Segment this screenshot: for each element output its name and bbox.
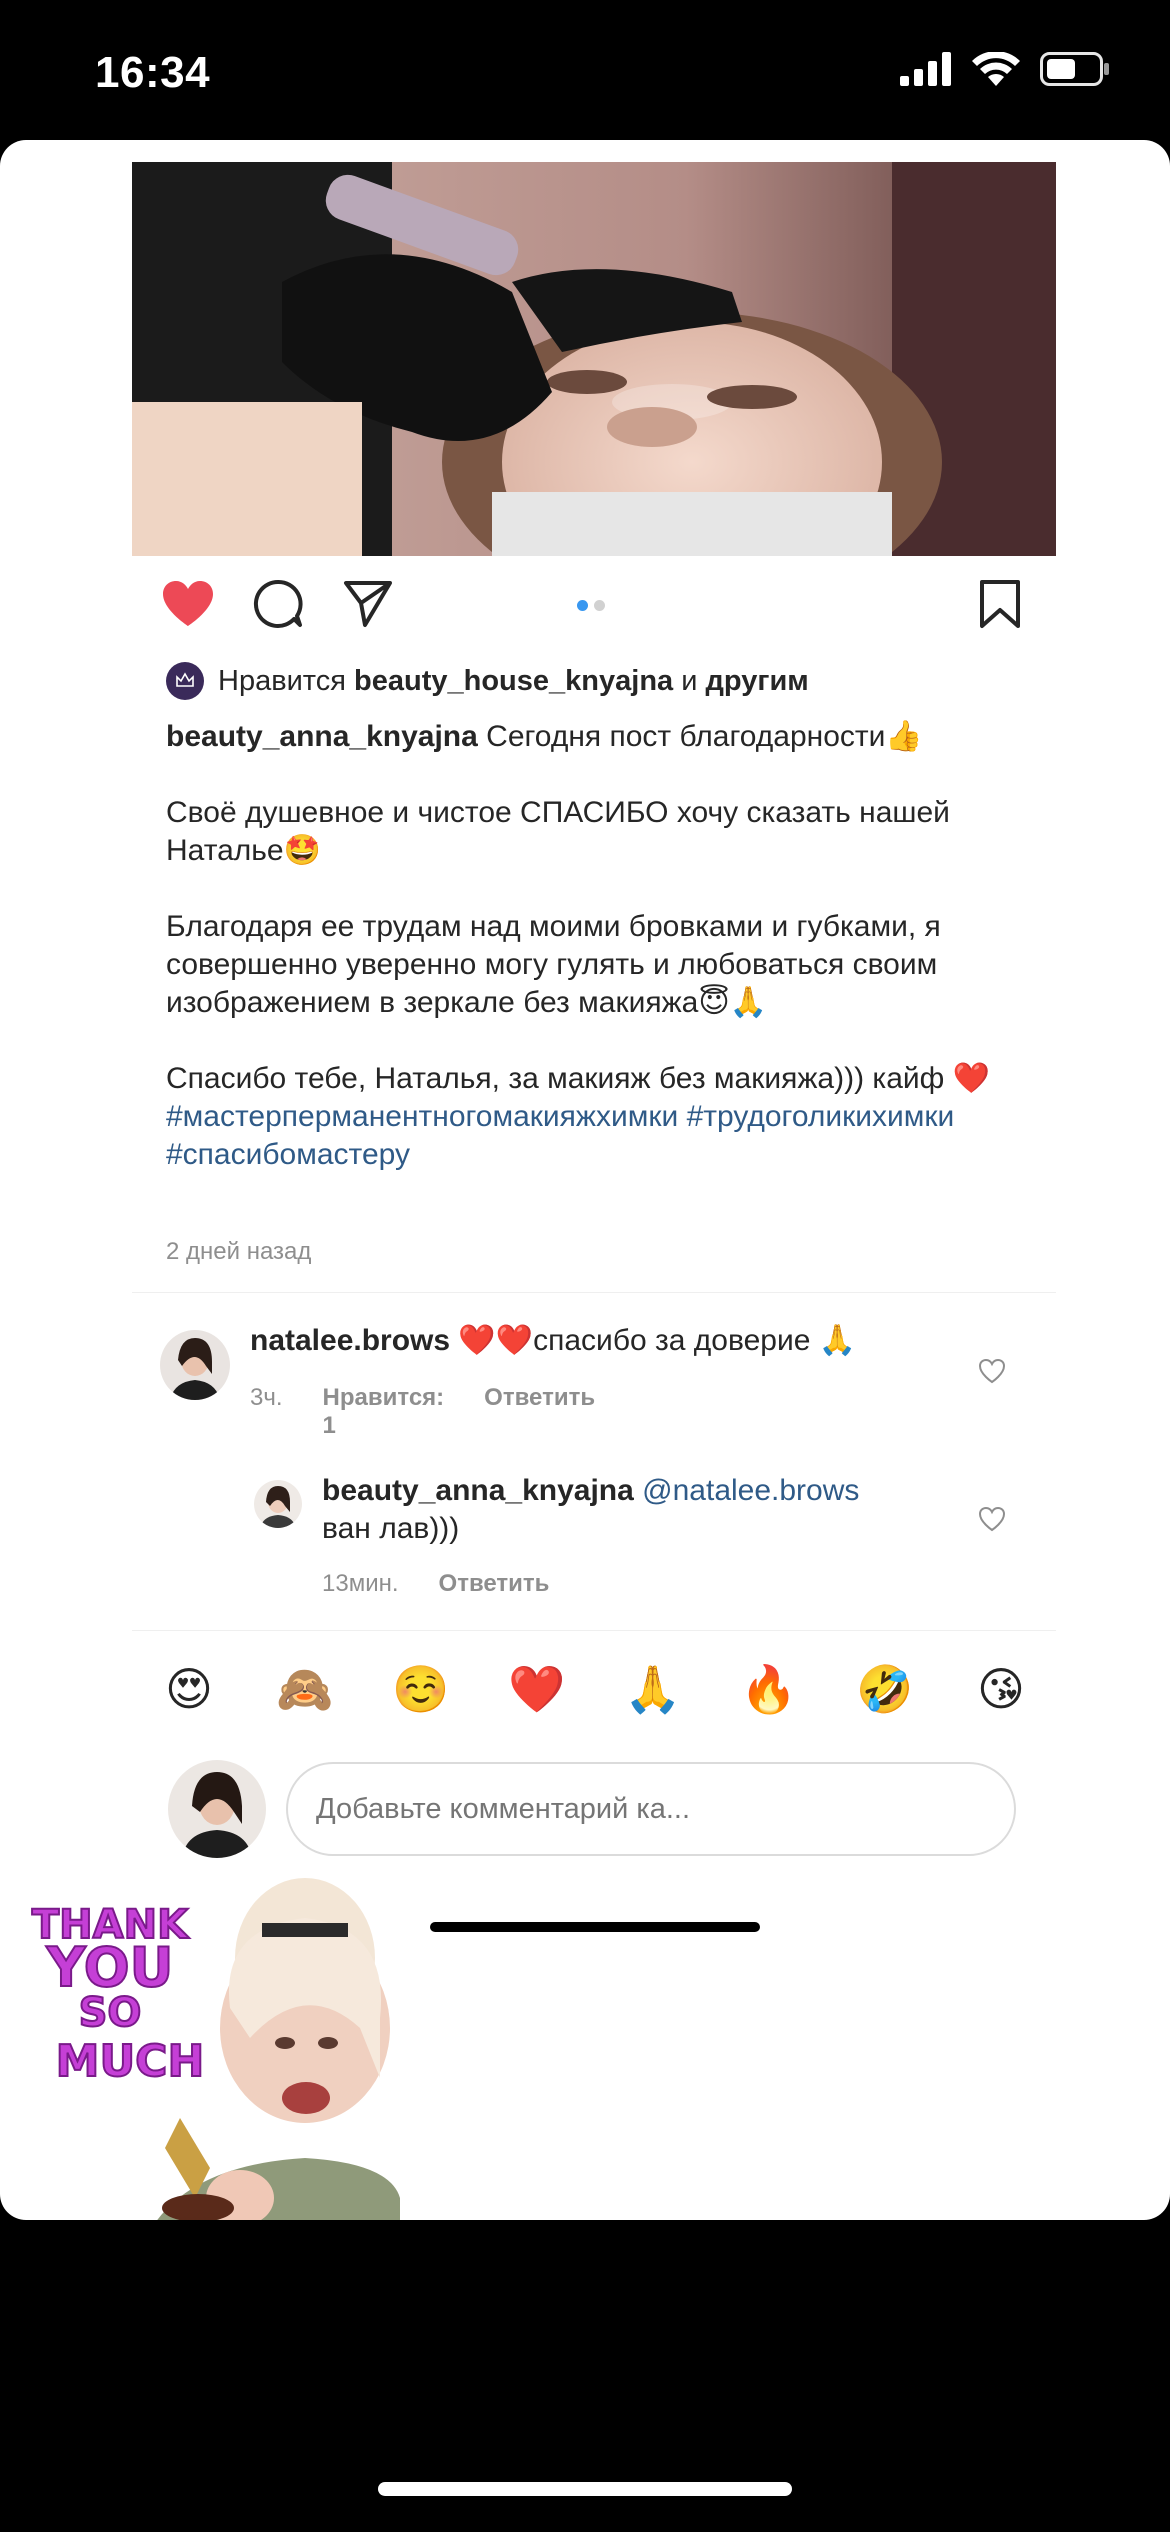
heart-outline-icon [978, 1506, 1006, 1532]
heart-filled-icon [163, 581, 213, 626]
post-action-bar [132, 570, 1056, 650]
comment-button[interactable] [248, 574, 308, 634]
sticker-text-much: MUCH [56, 2036, 205, 2087]
comment-avatar[interactable] [160, 1330, 230, 1400]
divider [132, 1630, 1056, 1631]
comment-meta: 3ч. Нравится: 1 Ответить [250, 1384, 595, 1440]
current-user-avatar [168, 1760, 266, 1858]
crown-logo-icon [176, 672, 194, 687]
likes-prefix: Нравится [218, 664, 346, 697]
likes-user[interactable]: beauty_house_knyajna [354, 665, 673, 698]
carousel-dot-active [577, 600, 588, 611]
comment-time: 3ч. [250, 1384, 283, 1411]
comment-time: 13мин. [322, 1570, 399, 1597]
comment-likes-count[interactable]: Нравится: 1 [323, 1384, 445, 1440]
emoji-pray-button[interactable]: 🙏 [624, 1660, 682, 1718]
emoji-quick-bar: 😍 🙈 ☺️ ❤️ 🙏 🔥 🤣 😘 [160, 1660, 1030, 1718]
carousel-dot [594, 600, 605, 611]
emoji-rofl-button[interactable]: 🤣 [856, 1660, 914, 1718]
home-indicator[interactable] [378, 2482, 792, 2496]
comment-text-2: beauty_anna_knyajna @natalee.brows ван л… [322, 1472, 942, 1548]
comment-like-button[interactable] [978, 1506, 1006, 1537]
bookmark-icon [980, 580, 1020, 628]
avatar-photo [160, 1330, 230, 1400]
post-photo[interactable] [132, 162, 1056, 556]
signal-icon [900, 52, 951, 86]
save-button[interactable] [970, 574, 1030, 634]
comment-body: ван лав))) [322, 1512, 460, 1545]
status-icons [900, 52, 1110, 86]
emoji-fire-button[interactable]: 🔥 [740, 1660, 798, 1718]
carousel-dots [577, 600, 605, 611]
thank-you-sticker-graphic: THANK YOU SO MUCH [31, 1878, 400, 2220]
comment-reply-button[interactable]: Ответить [439, 1570, 550, 1598]
add-comment-input[interactable] [286, 1762, 1016, 1856]
like-button[interactable] [158, 574, 218, 634]
heart-outline-icon [978, 1358, 1006, 1384]
likes-summary[interactable]: Нравится beauty_house_knyajna и другим [166, 662, 809, 700]
avatar-photo [168, 1760, 266, 1858]
liker-avatar [166, 662, 204, 700]
post-timestamp: 2 дней назад [166, 1238, 312, 1265]
comment-avatar[interactable] [254, 1480, 302, 1528]
status-time: 16:34 [95, 48, 211, 97]
post-screenshot-card: Нравится beauty_house_knyajna и другим b… [0, 140, 1170, 2220]
post-image-illustration [132, 162, 1056, 556]
battery-icon [1040, 52, 1109, 86]
status-bar: 16:34 [0, 0, 1170, 140]
emoji-monkey-button[interactable]: 🙈 [276, 1660, 334, 1718]
wifi-icon [972, 52, 1020, 86]
avatar-photo [254, 1480, 302, 1528]
sticker-text-so: SO [79, 1990, 142, 2036]
paper-plane-icon [344, 581, 392, 627]
comment-bubble-icon [253, 579, 303, 628]
comment-mention[interactable]: @natalee.brows [642, 1474, 859, 1507]
caption-hashtags[interactable]: #мастерперманентногомакияжхимки #трудого… [166, 1098, 1026, 1174]
comment-username[interactable]: beauty_anna_knyajna [322, 1474, 634, 1507]
emoji-smile-button[interactable]: ☺️ [392, 1660, 450, 1718]
screenshot-home-indicator [430, 1922, 760, 1932]
caption-paragraph-4: Спасибо тебе, Наталья, за макияж без мак… [166, 1062, 991, 1095]
thank-you-sticker[interactable]: THANK YOU SO MUCH [30, 1868, 400, 2220]
post-caption: beauty_anna_knyajna Сегодня пост благода… [166, 718, 1026, 1174]
caption-paragraph-3: Благодаря ее трудам над моими бровками и… [166, 910, 941, 1019]
likes-others[interactable]: другим [706, 665, 809, 698]
emoji-heart-eyes-button[interactable]: 😍 [160, 1660, 218, 1718]
comment-like-button[interactable] [978, 1358, 1006, 1389]
caption-username[interactable]: beauty_anna_knyajna [166, 720, 478, 753]
comment-meta: 13мин. Ответить [322, 1570, 549, 1598]
caption-line1: Сегодня пост благодарности👍 [486, 720, 923, 753]
comment-body: ❤️❤️спасибо за доверие 🙏 [458, 1324, 857, 1357]
divider [132, 1292, 1056, 1293]
comment-text-1: natalee.brows ❤️❤️спасибо за доверие 🙏 [250, 1322, 950, 1360]
comment-username[interactable]: natalee.brows [250, 1324, 450, 1357]
likes-suffix: и [681, 664, 698, 697]
emoji-heart-button[interactable]: ❤️ [508, 1660, 566, 1718]
emoji-kiss-button[interactable]: 😘 [972, 1660, 1030, 1718]
caption-paragraph-2: Своё душевное и чистое СПАСИБО хочу сказ… [166, 796, 950, 867]
share-button[interactable] [338, 574, 398, 634]
comment-reply-button[interactable]: Ответить [484, 1384, 595, 1440]
